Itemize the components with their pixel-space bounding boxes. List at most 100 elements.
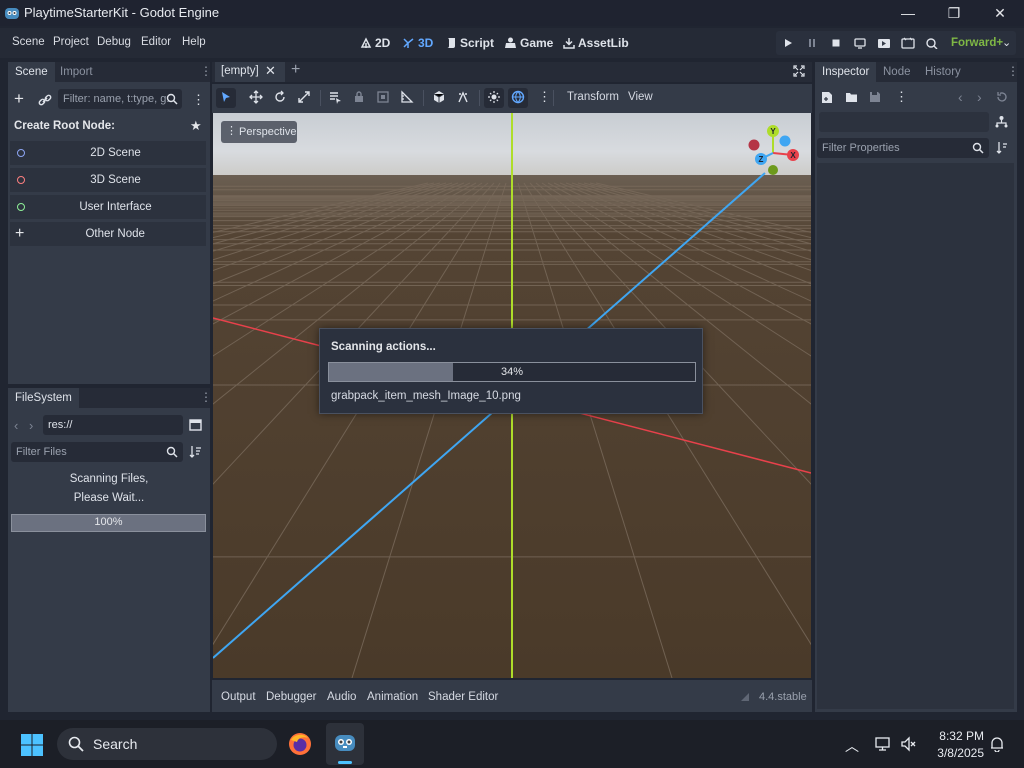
resource-options-icon[interactable]: ⋮ [895, 89, 908, 105]
stop-icon[interactable] [830, 37, 844, 49]
network-icon[interactable] [875, 736, 891, 752]
remote-debug-icon[interactable] [854, 37, 868, 49]
windows-start-icon[interactable] [20, 733, 44, 757]
minimize-button[interactable]: — [885, 0, 931, 26]
lock-icon[interactable] [352, 90, 368, 106]
environment-globe-icon[interactable] [511, 90, 527, 106]
filter-files-input[interactable]: Filter Files [11, 442, 183, 462]
scene-filter-input[interactable]: Filter: name, t:type, g: [58, 89, 182, 109]
tab-output[interactable]: Output [221, 691, 256, 703]
back-chevron-icon[interactable]: ‹ [14, 418, 18, 433]
inspector-path-field[interactable] [819, 112, 989, 132]
gizmo-y-label: Y [770, 127, 776, 136]
play-custom-scene-icon[interactable] [901, 37, 915, 49]
scene-dock-menu-icon[interactable]: ⋮ [200, 64, 212, 78]
tab-inspector[interactable]: Inspector [815, 62, 877, 82]
add-scene-tab-icon[interactable]: + [291, 61, 300, 79]
tab-node[interactable]: Node [876, 62, 918, 82]
scale-icon[interactable] [297, 90, 313, 106]
properties-options-icon[interactable] [996, 141, 1008, 155]
menu-editor[interactable]: Editor [141, 36, 171, 48]
clock-date[interactable]: 3/8/2025 [928, 746, 984, 760]
tab-debugger[interactable]: Debugger [266, 691, 317, 703]
toggle-split-mode-icon[interactable] [189, 419, 202, 431]
workspace-game[interactable]: Game [504, 36, 553, 50]
tab-filesystem[interactable]: FileSystem [8, 388, 79, 408]
close-tab-icon[interactable]: ✕ [265, 63, 276, 79]
menu-help[interactable]: Help [182, 36, 206, 48]
object-history-icon[interactable] [996, 91, 1008, 103]
taskbar-search-box[interactable]: Search [57, 728, 277, 760]
menu-debug[interactable]: Debug [97, 36, 131, 48]
sort-icon[interactable] [189, 445, 202, 459]
move-icon[interactable] [249, 90, 265, 106]
filesystem-menu-icon[interactable]: ⋮ [200, 390, 212, 404]
open-folder-icon[interactable] [845, 91, 858, 103]
workspace-2d[interactable]: 2D [360, 36, 390, 50]
speaker-muted-icon[interactable] [901, 736, 917, 752]
new-resource-icon[interactable] [821, 91, 833, 104]
maximize-button[interactable]: ❐ [931, 0, 977, 26]
history-back-icon[interactable]: ‹ [958, 89, 963, 105]
transform-menu[interactable]: Transform [567, 91, 619, 103]
save-icon[interactable] [869, 91, 881, 103]
filter-properties-input[interactable]: Filter Properties [817, 138, 989, 158]
pin-icon[interactable] [740, 692, 750, 702]
workspace-assetlib[interactable]: AssetLib [563, 36, 629, 50]
view-menu[interactable]: View [628, 91, 653, 103]
group-icon[interactable] [376, 90, 392, 106]
distraction-free-icon[interactable] [793, 65, 805, 77]
inspector-menu-icon[interactable]: ⋮ [1007, 64, 1019, 78]
snap-icon[interactable] [456, 90, 472, 106]
scene-options-icon[interactable]: ⋮ [192, 92, 205, 108]
sun-icon[interactable] [487, 90, 503, 106]
list-select-icon[interactable] [328, 90, 344, 106]
local-space-icon[interactable] [432, 90, 448, 106]
dialog-title: Scanning actions... [331, 341, 436, 353]
tab-audio[interactable]: Audio [327, 691, 356, 703]
movie-maker-icon[interactable] [925, 37, 939, 49]
node2d-icon [17, 149, 25, 157]
path-field[interactable]: res:// [43, 415, 183, 435]
tab-shader-editor[interactable]: Shader Editor [428, 691, 498, 703]
node-tree-icon[interactable] [995, 115, 1008, 128]
renderer-select[interactable]: Forward+ [951, 37, 1003, 49]
3d-scene-button[interactable]: 3D Scene [10, 168, 206, 192]
firefox-icon[interactable] [288, 732, 312, 756]
tab-scene[interactable]: Scene [8, 62, 55, 82]
menu-project[interactable]: Project [53, 36, 89, 48]
add-node-icon[interactable]: + [14, 90, 24, 108]
show-hidden-icons-chevron-icon[interactable]: ︿ [845, 736, 859, 756]
assetlib-icon [563, 37, 575, 49]
tab-history[interactable]: History [918, 62, 968, 82]
workspace-script[interactable]: Script [445, 36, 494, 50]
notification-bell-icon[interactable] [989, 736, 1005, 752]
2d-icon [360, 37, 372, 49]
history-forward-icon[interactable]: › [977, 89, 982, 105]
link-icon[interactable] [38, 93, 52, 107]
pause-icon[interactable] [806, 37, 820, 49]
2d-scene-label: 2D Scene [90, 147, 141, 159]
select-cursor-icon[interactable] [219, 90, 235, 106]
play-scene-icon[interactable] [877, 37, 891, 49]
tab-import[interactable]: Import [53, 62, 100, 82]
scene-tab-empty[interactable]: [empty] ✕ [215, 62, 285, 82]
menu-scene[interactable]: Scene [12, 36, 45, 48]
other-node-button[interactable]: + Other Node [10, 222, 206, 246]
workspace-3d[interactable]: 3D [402, 36, 433, 50]
ruler-icon[interactable] [400, 90, 416, 106]
2d-scene-button[interactable]: 2D Scene [10, 141, 206, 165]
forward-chevron-icon[interactable]: › [29, 418, 33, 433]
close-button[interactable]: ✕ [977, 0, 1023, 26]
play-icon[interactable] [782, 37, 796, 49]
tab-animation[interactable]: Animation [367, 691, 418, 703]
favorite-star-icon[interactable]: ★ [190, 118, 202, 134]
viewport-options-icon[interactable]: ⋮ [538, 89, 551, 105]
renderer-chevron-down-icon[interactable]: ⌄ [1002, 36, 1011, 49]
godot-taskbar-button[interactable] [326, 723, 364, 765]
orientation-gizmo[interactable]: Y X Z [743, 121, 807, 185]
user-interface-button[interactable]: User Interface [10, 195, 206, 219]
clock-time[interactable]: 8:32 PM [928, 729, 984, 743]
rotate-icon[interactable] [273, 90, 289, 106]
perspective-button[interactable]: ⋮ Perspective [221, 121, 297, 143]
